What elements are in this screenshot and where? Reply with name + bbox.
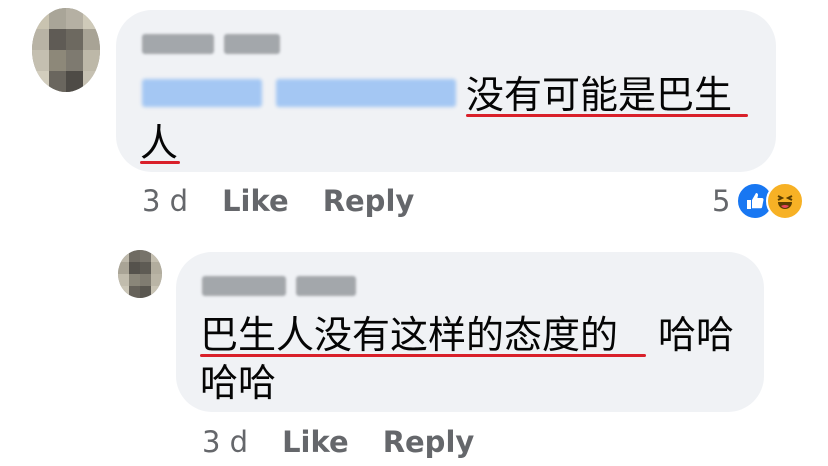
reply-actions: 3 d Like Reply xyxy=(202,425,508,459)
comment-text-line1: 没有可能是巴生 xyxy=(466,73,733,117)
replier-avatar[interactable] xyxy=(118,250,162,298)
comment-actions: 3 d Like Reply xyxy=(142,184,448,218)
reply-underline xyxy=(200,354,646,357)
reaction-count: 5 xyxy=(712,184,731,218)
comment-underline-2 xyxy=(140,161,180,164)
haha-reaction-icon xyxy=(766,182,805,220)
reply-text-line1-rest: 哈哈 xyxy=(658,313,735,357)
comment-text-line2: 人 xyxy=(140,121,179,165)
reply-text-line1-underlined: 巴生人没有这样的态度的 xyxy=(200,313,619,357)
tagged-user-redacted[interactable] xyxy=(142,76,456,110)
reply-text-line2: 哈哈 xyxy=(200,361,277,405)
reply-button[interactable]: Reply xyxy=(323,184,415,218)
like-button[interactable]: Like xyxy=(222,184,289,218)
reaction-summary[interactable]: 5 xyxy=(712,182,805,220)
comment-timestamp[interactable]: 3 d xyxy=(142,184,188,218)
reply-timestamp[interactable]: 3 d xyxy=(202,425,248,459)
reply-reply-button[interactable]: Reply xyxy=(383,425,475,459)
commenter-avatar[interactable] xyxy=(32,8,100,92)
replier-name-redacted[interactable] xyxy=(202,273,356,299)
commenter-name-redacted[interactable] xyxy=(142,31,280,57)
reply-like-button[interactable]: Like xyxy=(282,425,349,459)
comment-underline-1 xyxy=(466,114,748,117)
